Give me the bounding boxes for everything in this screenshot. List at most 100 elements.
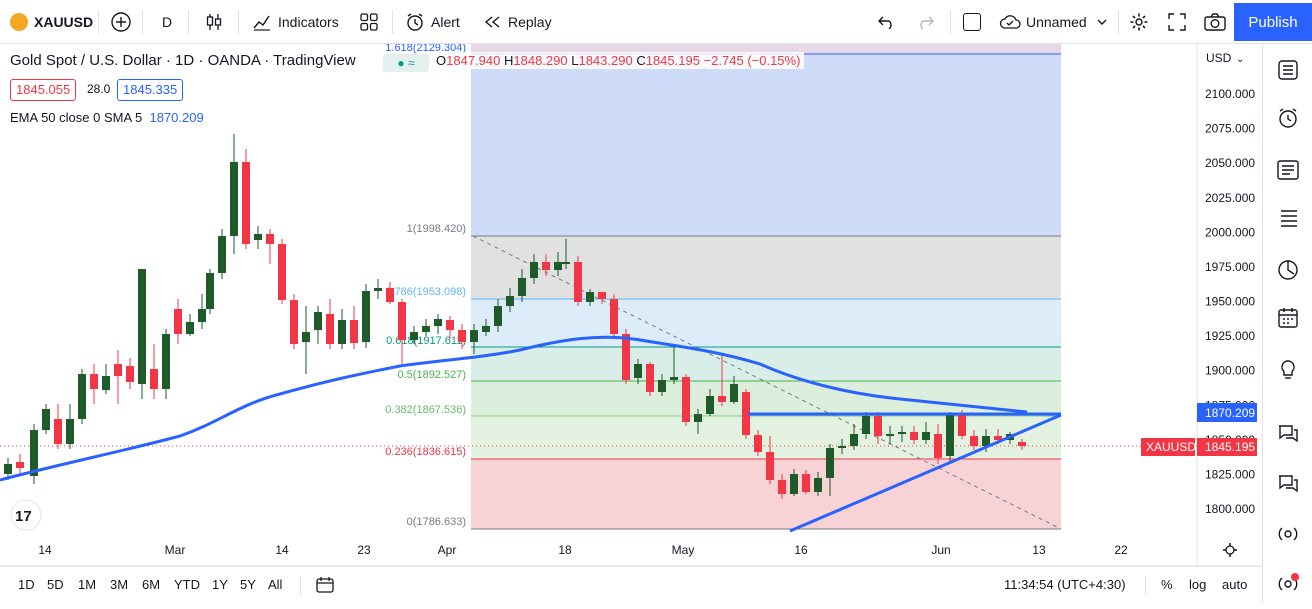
candle-body — [66, 419, 74, 444]
fullscreen-button[interactable] — [1168, 0, 1186, 44]
price-tick-label: 2050.000 — [1205, 156, 1255, 170]
candle-body — [446, 320, 454, 330]
range-1m[interactable]: 1M — [78, 577, 96, 592]
symbol-search[interactable]: XAUUSD — [10, 0, 93, 44]
buy-price-button[interactable]: 1845.335 — [117, 79, 184, 101]
hotlist-icon[interactable] — [1276, 258, 1300, 282]
axis-settings-gear-icon[interactable] — [1223, 543, 1237, 557]
alarm-clock-icon[interactable] — [1276, 106, 1300, 130]
candle-body — [90, 374, 98, 389]
stream-icon[interactable] — [1276, 572, 1300, 596]
candle-body — [530, 262, 538, 278]
lightbulb-icon[interactable] — [1276, 358, 1300, 382]
tradingview-logo[interactable]: 17 — [10, 499, 42, 531]
replay-label: Replay — [508, 14, 552, 30]
fib-label-1: 1(1998.420) — [407, 223, 466, 235]
candle-body — [586, 292, 594, 302]
layout-name-button[interactable]: Unnamed — [999, 0, 1107, 44]
candle-body — [434, 319, 442, 326]
candle-body — [470, 330, 478, 342]
camera-icon — [1204, 13, 1226, 31]
publish-button[interactable]: Publish — [1234, 3, 1312, 41]
candle-body — [554, 262, 562, 270]
clock-timezone[interactable]: 11:34:54 (UTC+4:30) — [1004, 577, 1126, 592]
date-tick-label: 16 — [794, 543, 808, 557]
candle-body — [126, 366, 134, 382]
ema-legend[interactable]: EMA 50 close 0 SMA 5 1870.209 — [10, 110, 204, 125]
fib-label-05: 0.5(1892.527) — [398, 369, 467, 381]
chart-title: Gold Spot / U.S. Dollar · 1D · OANDA · T… — [10, 52, 356, 69]
calendar-icon[interactable] — [1276, 306, 1300, 330]
candle-body — [30, 430, 38, 476]
status-badge[interactable]: ● ≈ — [383, 54, 429, 72]
fib-labels: 1.618(2129.304) 1(1998.420) 0.786(1953.0… — [385, 42, 467, 528]
candle-body — [290, 300, 298, 344]
candle-body — [814, 478, 822, 492]
range-all[interactable]: All — [268, 577, 282, 592]
auto-toggle[interactable]: auto — [1222, 577, 1247, 592]
range-3m[interactable]: 3M — [110, 577, 128, 592]
range-1y[interactable]: 1Y — [212, 577, 228, 592]
range-ytd[interactable]: YTD — [174, 577, 200, 592]
chart-area[interactable]: 1.618(2129.304) 1(1998.420) 0.786(1953.0… — [0, 42, 1262, 604]
publish-label: Publish — [1248, 13, 1298, 31]
percent-toggle[interactable]: % — [1161, 577, 1173, 592]
range-5y[interactable]: 5Y — [240, 577, 256, 592]
chat-icon[interactable] — [1276, 422, 1300, 446]
compare-button[interactable] — [110, 0, 132, 44]
currency-chevron-icon[interactable]: ⌄ — [1236, 54, 1244, 65]
templates-button[interactable] — [360, 0, 378, 44]
price-chart[interactable]: 1.618(2129.304) 1(1998.420) 0.786(1953.0… — [0, 42, 1262, 604]
candle-body — [658, 380, 666, 392]
candle-body — [302, 332, 310, 342]
broadcast-icon[interactable] — [1276, 522, 1300, 546]
top-toolbar: XAUUSD D Indicators Alert Replay Unnamed — [0, 0, 1312, 44]
candle-body — [350, 320, 358, 343]
log-toggle[interactable]: log — [1189, 577, 1206, 592]
candle-body — [16, 462, 24, 468]
watchlist-icon[interactable] — [1276, 58, 1300, 82]
candle-body — [862, 416, 870, 434]
ideas-list-icon[interactable] — [1276, 206, 1300, 230]
indicators-button[interactable]: Indicators — [252, 0, 339, 44]
undo-button[interactable] — [878, 0, 896, 44]
candle-body — [682, 377, 690, 422]
settings-button[interactable] — [1129, 0, 1149, 44]
symbol-label: XAUUSD — [34, 14, 94, 30]
time-axis[interactable]: 14 Mar 14 23 Apr 18 May 16 Jun 13 22 — [38, 543, 1128, 557]
candles-icon — [206, 14, 222, 30]
candle-body — [646, 364, 654, 392]
candle-body — [826, 448, 834, 478]
close-value: 1845.195 — [645, 53, 700, 68]
ema-label: EMA 50 close 0 SMA 5 — [10, 110, 143, 125]
candle-body — [542, 262, 550, 270]
currency-label[interactable]: USD — [1206, 51, 1232, 65]
interval-button[interactable]: D — [162, 0, 172, 44]
candle-body — [186, 322, 194, 334]
candle-body — [790, 474, 798, 494]
candle-body — [766, 452, 774, 480]
chat-icon[interactable] — [1276, 472, 1300, 496]
replay-button[interactable]: Replay — [484, 0, 552, 44]
candle-body — [458, 330, 466, 342]
news-icon[interactable] — [1276, 158, 1300, 182]
redo-button[interactable] — [916, 0, 934, 44]
alert-button[interactable]: Alert — [405, 0, 460, 44]
candle-body — [138, 269, 146, 384]
candle-body — [218, 236, 226, 273]
candle-body — [114, 364, 122, 376]
candle-body — [42, 409, 50, 430]
candle-body — [754, 435, 762, 452]
candle-body — [254, 234, 262, 240]
range-5d[interactable]: 5D — [47, 577, 64, 592]
rewind-icon — [484, 16, 500, 28]
date-tick-label: 14 — [275, 543, 289, 557]
snapshot-button[interactable] — [1204, 0, 1226, 44]
range-1d[interactable]: 1D — [18, 577, 35, 592]
price-tick-label: 2025.000 — [1205, 191, 1255, 205]
select-layout-button[interactable] — [963, 0, 981, 44]
date-range-icon[interactable] — [316, 577, 334, 593]
sell-price-button[interactable]: 1845.055 — [10, 79, 77, 101]
range-6m[interactable]: 6M — [142, 577, 160, 592]
chart-type-button[interactable] — [204, 0, 224, 44]
